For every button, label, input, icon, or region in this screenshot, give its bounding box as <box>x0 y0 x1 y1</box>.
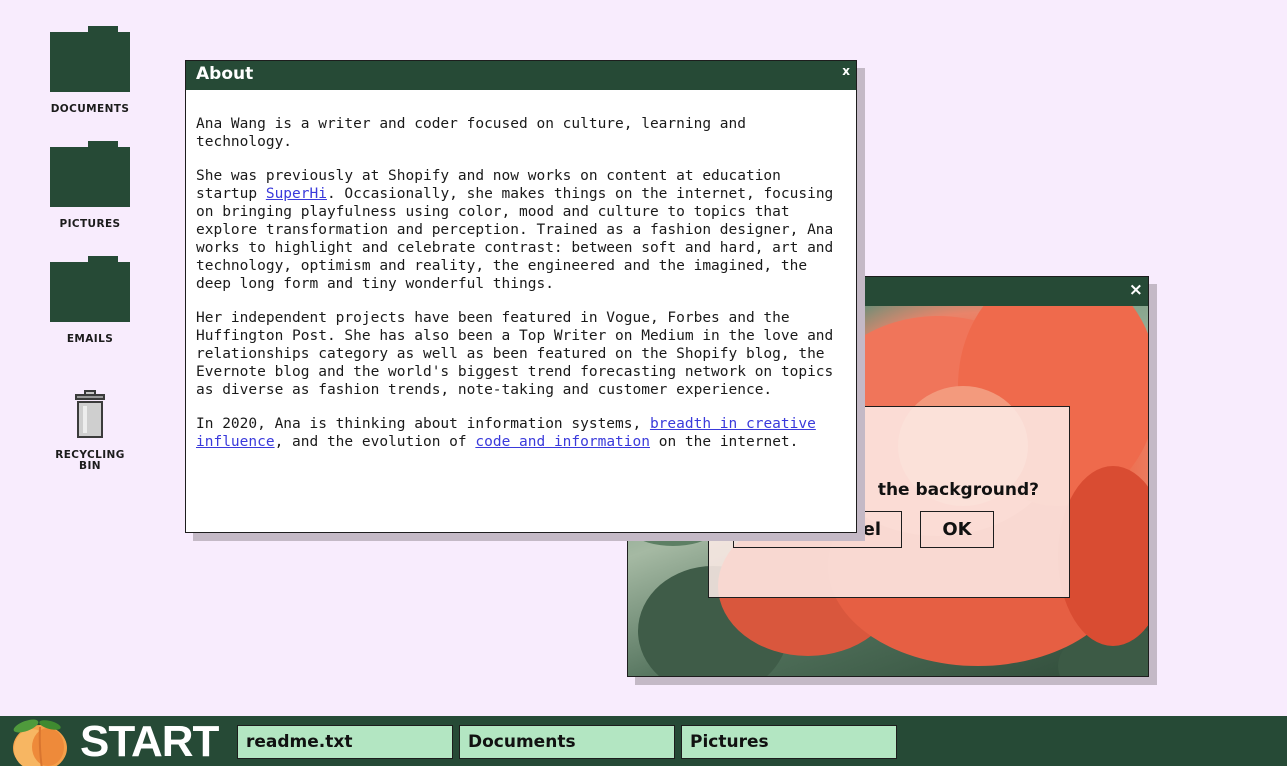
trash-icon <box>75 390 105 438</box>
close-icon[interactable]: × <box>1129 280 1143 300</box>
superhi-link[interactable]: SuperHi <box>266 186 327 202</box>
peach-icon <box>13 719 67 766</box>
text-segment: In 2020, Ana is thinking about informati… <box>196 416 650 432</box>
taskbar-tab-pictures[interactable]: Pictures <box>681 725 897 759</box>
desktop-icon-label: RECYCLING BIN <box>55 449 125 472</box>
about-paragraph-2: She was previously at Shopify and now wo… <box>196 167 846 293</box>
start-label: START <box>80 717 219 766</box>
text-segment: on the internet. <box>649 434 799 450</box>
desktop-icon-documents[interactable]: DOCUMENTS <box>40 26 140 115</box>
code-information-link[interactable]: code and information <box>475 434 650 450</box>
taskbar-tab-documents[interactable]: Documents <box>459 725 675 759</box>
desktop-icon-recycling-bin[interactable]: RECYCLING BIN <box>40 390 140 472</box>
taskbar: START readme.txt Documents Pictures <box>0 716 1287 766</box>
folder-icon <box>50 26 130 92</box>
close-icon[interactable]: x <box>842 64 850 78</box>
about-paragraph-4: In 2020, Ana is thinking about informati… <box>196 415 846 451</box>
desktop-icon-label: DOCUMENTS <box>50 103 130 115</box>
about-window[interactable]: About x Ana Wang is a writer and coder f… <box>185 60 857 533</box>
about-window-titlebar[interactable]: About x <box>186 61 856 90</box>
folder-icon <box>50 256 130 322</box>
desktop-icon-emails[interactable]: EMAILS <box>40 256 140 345</box>
about-paragraph-3: Her independent projects have been featu… <box>196 310 834 398</box>
about-paragraph-1: Ana Wang is a writer and coder focused o… <box>196 116 746 150</box>
start-button[interactable]: START <box>10 716 219 766</box>
folder-icon <box>50 141 130 207</box>
desktop-icon-label: EMAILS <box>66 333 114 345</box>
window-title: About <box>196 64 254 84</box>
ok-button[interactable]: OK <box>920 511 994 548</box>
text-segment: , and the evolution of <box>274 434 476 450</box>
about-text: Ana Wang is a writer and coder focused o… <box>186 90 856 477</box>
desktop-icon-label: PICTURES <box>59 218 121 230</box>
desktop-icon-pictures[interactable]: PICTURES <box>40 141 140 230</box>
taskbar-tab-readme[interactable]: readme.txt <box>237 725 453 759</box>
